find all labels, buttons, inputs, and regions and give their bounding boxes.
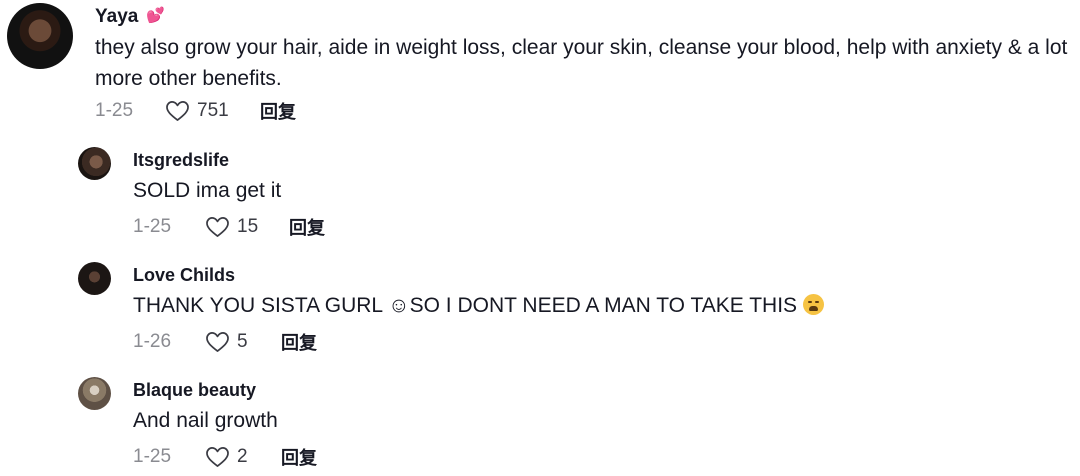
reply-text: And nail growth [133,409,278,432]
reply-button[interactable]: 回复 [281,329,317,355]
reply-item: Blaque beauty And nail growth 1-25 2 回复 [0,370,1080,476]
weary-face-emoji-icon [802,294,824,315]
comment-date: 1-25 [95,100,134,121]
reply-text-content: THANK YOU SISTA GURL ☺SO I DONT NEED A M… [133,294,798,317]
reply-username[interactable]: Blaque beauty [133,380,256,401]
reply-username[interactable]: Itsgredslife [133,150,229,171]
reply-meta: 1-25 15 回复 [133,214,325,240]
heart-outline-icon [206,447,229,467]
heart-outline-icon [166,101,189,121]
reply-text: THANK YOU SISTA GURL ☺SO I DONT NEED A M… [133,290,824,321]
reply-button[interactable]: 回复 [281,444,317,470]
comment-username[interactable]: Yaya 💕 [95,6,165,28]
reply-date: 1-25 [133,446,172,467]
reply-date: 1-26 [133,331,172,352]
reply-date: 1-25 [133,216,172,237]
reply-button[interactable]: 回复 [260,98,296,124]
reply-meta: 1-26 5 回复 [133,329,317,355]
avatar[interactable] [78,377,111,410]
like-count: 2 [237,446,248,467]
like-count: 15 [237,216,259,237]
like-count: 751 [197,100,229,121]
heart-outline-icon [206,332,229,352]
like-count: 5 [237,331,248,352]
avatar[interactable] [7,3,73,69]
like-button[interactable]: 5 [205,331,281,353]
avatar[interactable] [78,262,111,295]
heart-outline-icon [206,217,229,237]
reply-text: SOLD ima get it [133,179,282,202]
reply-button[interactable]: 回复 [289,214,325,240]
reply-meta: 1-25 2 回复 [133,444,317,470]
comment-text: they also grow your hair, aide in weight… [95,36,1068,90]
heart-badge-icon: 💕 [146,7,166,24]
like-button[interactable]: 2 [205,446,281,468]
comment-item: Yaya 💕 they also grow your hair, aide in … [0,0,1080,130]
reply-item: Love Childs THANK YOU SISTA GURL ☺SO I D… [0,255,1080,363]
like-button[interactable]: 15 [205,216,289,238]
like-button[interactable]: 751 [165,100,260,122]
comment-meta: 1-25 751 回复 [95,98,296,124]
avatar[interactable] [78,147,111,180]
reply-username[interactable]: Love Childs [133,265,235,286]
username-label: Yaya [95,6,139,27]
reply-item: Itsgredslife SOLD ima get it 1-25 15 回复 [0,140,1080,248]
